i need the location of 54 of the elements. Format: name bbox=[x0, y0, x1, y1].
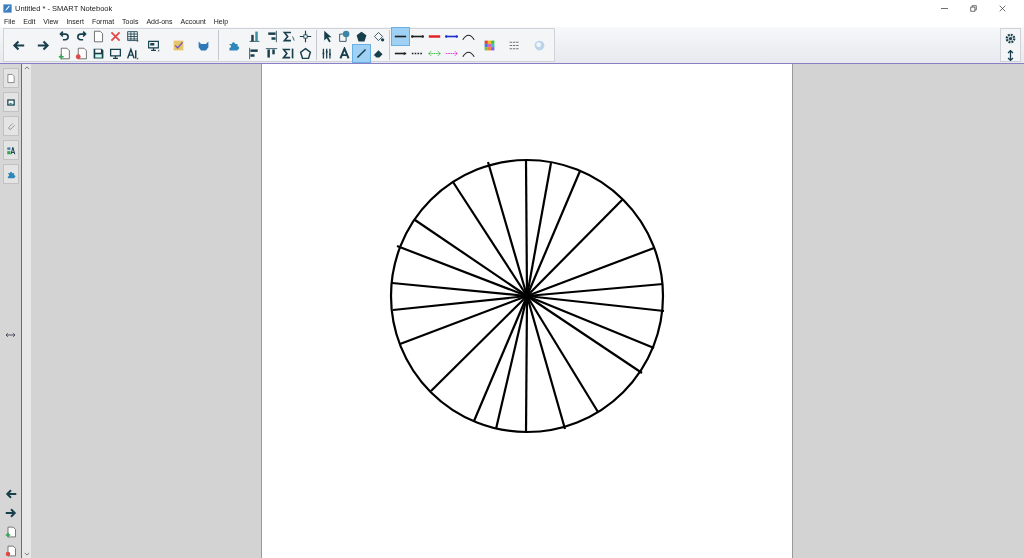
pointer-icon bbox=[321, 30, 334, 43]
pentagon-button[interactable] bbox=[297, 45, 314, 62]
scrollbar[interactable] bbox=[22, 64, 31, 558]
page-button[interactable] bbox=[2, 68, 19, 88]
restore-icon[interactable] bbox=[970, 4, 977, 12]
undo-icon bbox=[58, 30, 71, 43]
remove-page-icon bbox=[4, 544, 17, 557]
table-icon bbox=[126, 30, 139, 43]
gallery-icon bbox=[5, 96, 16, 108]
fill-icon bbox=[372, 30, 385, 43]
sigma-icon bbox=[282, 30, 295, 43]
close-icon[interactable] bbox=[999, 4, 1006, 12]
resize-handle-icon[interactable] bbox=[6, 332, 15, 338]
scroll-up-icon[interactable] bbox=[23, 66, 30, 70]
shapes-icon bbox=[338, 30, 351, 43]
monitor-icon bbox=[109, 47, 122, 60]
paperclip-icon bbox=[5, 120, 16, 132]
back-arrow-icon bbox=[12, 38, 25, 52]
delete-icon bbox=[109, 30, 122, 43]
font-button[interactable] bbox=[124, 45, 141, 62]
font-icon bbox=[126, 47, 139, 60]
line-icon bbox=[355, 47, 368, 60]
back-arrow-icon bbox=[4, 487, 17, 500]
forward-arrow-icon bbox=[37, 38, 50, 52]
redo-icon bbox=[75, 30, 88, 43]
scroll-down-icon[interactable] bbox=[23, 552, 30, 556]
bar-chart-icon bbox=[248, 30, 261, 43]
filled-shape-icon bbox=[355, 30, 368, 43]
text-icon bbox=[338, 47, 351, 60]
tick-tile-icon bbox=[172, 38, 185, 52]
effects-icon bbox=[533, 38, 546, 52]
align-left-icon bbox=[248, 47, 261, 60]
move-button[interactable] bbox=[297, 28, 314, 45]
color-grid-icon bbox=[483, 38, 496, 52]
line-style-button[interactable] bbox=[392, 28, 409, 45]
remove-page-button[interactable] bbox=[73, 45, 90, 62]
properties-icon bbox=[5, 144, 16, 156]
pens-icon bbox=[321, 47, 334, 60]
puzzle-button[interactable] bbox=[2, 164, 19, 184]
add-page-icon bbox=[4, 525, 17, 538]
sigma-column-icon bbox=[282, 47, 295, 60]
app-icon bbox=[3, 3, 12, 13]
align-top-icon bbox=[265, 47, 278, 60]
forward-arrow-icon bbox=[4, 506, 17, 519]
settings-icon bbox=[1004, 32, 1017, 45]
line-button[interactable] bbox=[353, 45, 370, 62]
properties-button[interactable] bbox=[2, 140, 19, 160]
gallery-button[interactable] bbox=[2, 92, 19, 112]
screen-shade-icon bbox=[147, 38, 160, 52]
align-right-icon bbox=[265, 30, 278, 43]
paperclip-button[interactable] bbox=[2, 116, 19, 136]
pentagon-icon bbox=[299, 47, 312, 60]
add-page-button[interactable] bbox=[56, 45, 73, 62]
page-icon bbox=[5, 72, 16, 84]
